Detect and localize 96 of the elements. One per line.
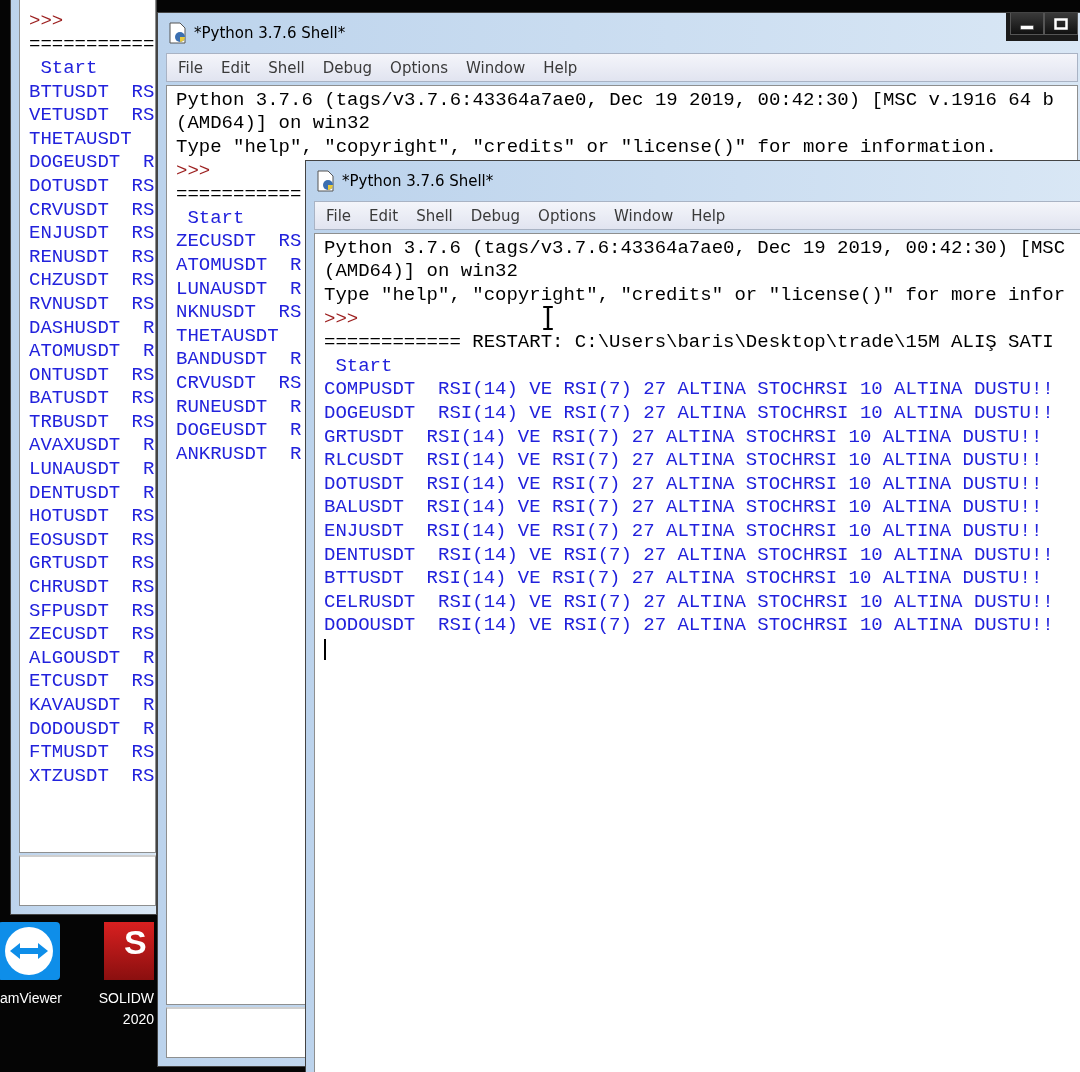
program-output: ANKRUSDT R <box>176 442 302 465</box>
menu-item[interactable]: File <box>169 58 213 77</box>
program-output: ENJUSDT RS <box>29 222 155 245</box>
menu-item[interactable]: Window <box>457 58 535 77</box>
menu-item[interactable]: Window <box>605 206 683 225</box>
program-output: BATUSDT RS <box>29 387 155 410</box>
double-arrow-icon[interactable] <box>0 922 60 980</box>
menu-item[interactable]: Debug <box>313 58 382 77</box>
menu-item[interactable]: Options <box>381 58 457 77</box>
window-title: *Python 3.7.6 Shell* <box>342 172 494 190</box>
menu-item[interactable]: Help <box>534 58 587 77</box>
program-output: DOGEUSDT RSI(14) VE RSI(7) 27 ALTINA STOCHRSI 10 ALTINA DUSTU!! <box>324 401 1054 424</box>
program-output: DENTUSDT R <box>29 481 155 504</box>
program-output: NKNUSDT RS <box>176 301 302 324</box>
program-output: FTMUSDT RS <box>29 741 155 764</box>
menu-item[interactable]: Edit <box>360 206 408 225</box>
program-output: RLCUSDT RSI(14) VE RSI(7) 27 ALTINA STOCHRSI 10 ALTINA DUSTU!! <box>324 449 1043 472</box>
menu-item[interactable]: Shell <box>259 58 314 77</box>
program-output: GRTUSDT RS <box>29 552 155 575</box>
program-output: ALGOUSDT R <box>29 646 155 669</box>
app-tile-icon[interactable]: S <box>104 922 154 980</box>
program-output: DOGEUSDT R <box>176 419 302 442</box>
prompt-symbol: >>> <box>29 9 64 32</box>
menu-item[interactable]: Edit <box>212 58 260 77</box>
program-output: Start <box>186 206 245 229</box>
program-output: ZECUSDT RS <box>29 623 155 646</box>
window-title: *Python 3.7.6 Shell* <box>194 24 346 42</box>
program-output: ETCUSDT RS <box>29 670 155 693</box>
text-caret <box>324 639 326 661</box>
program-output: CHZUSDT RS <box>29 269 155 292</box>
minimize-icon <box>1020 25 1034 30</box>
program-output: COMPUSDT RSI(14) VE RSI(7) 27 ALTINA STOCHRSI 10 ALTINA DUSTU!! <box>324 378 1054 401</box>
program-output: CELRUSDT RSI(14) VE RSI(7) 27 ALTINA STOCHRSI 10 ALTINA DUSTU!! <box>324 590 1054 613</box>
program-output: BANDUSDT R <box>176 348 302 371</box>
program-output: THETAUSDT <box>176 324 279 347</box>
program-output: DOTUSDT RS <box>29 174 155 197</box>
program-output: TRBUSDT RS <box>29 410 155 433</box>
program-output: DODOUSDT R <box>29 717 155 740</box>
program-output: LUNAUSDT R <box>29 458 155 481</box>
program-output: ZECUSDT RS <box>176 230 302 253</box>
program-output: RVNUSDT RS <box>29 292 155 315</box>
prompt-symbol: >>> <box>176 159 211 182</box>
python-file-icon <box>316 170 336 192</box>
program-output: DASHUSDT R <box>29 316 155 339</box>
program-output: ONTUSDT RS <box>29 363 155 386</box>
tile-logo-text: S <box>124 922 147 962</box>
program-output: DOTUSDT RSI(14) VE RSI(7) 27 ALTINA STOCHRSI 10 ALTINA DUSTU!! <box>324 472 1043 495</box>
shell-text: =========== <box>176 183 302 206</box>
shell-text: Type "help", "copyright", "credits" or "license()" for more infor <box>324 284 1066 306</box>
desktop-icon-label[interactable]: 2020 <box>122 1009 154 1030</box>
program-output: SFPUSDT RS <box>29 599 155 622</box>
program-output: DOGEUSDT R <box>29 151 155 174</box>
maximize-button[interactable] <box>1044 13 1078 35</box>
menu-item[interactable]: Shell <box>407 206 462 225</box>
shell-text: ============ RESTART: C:\Users\baris\Desktop\trade\15M ALIŞ SATI <box>324 331 1054 354</box>
program-output: CHRUSDT RS <box>29 576 155 599</box>
program-output: AVAXUSDT R <box>29 434 155 457</box>
program-output: Start <box>334 354 393 377</box>
shell-text: Python 3.7.6 (tags/v3.7.6:43364a7ae0, Dec 19 2019, 00:42:30) [MSC v.1916 64 b <box>176 88 1054 111</box>
minimize-button[interactable] <box>1010 13 1044 35</box>
shell-text: Type "help", "copyright", "credits" or "license()" for more information. <box>176 136 997 158</box>
desktop-icon-label[interactable]: amViewer <box>0 988 62 1009</box>
program-output: CRVUSDT RS <box>176 371 302 394</box>
program-output: RENUSDT RS <box>29 245 155 268</box>
program-output: GRTUSDT RSI(14) VE RSI(7) 27 ALTINA STOCHRSI 10 ALTINA DUSTU!! <box>324 425 1043 448</box>
program-output: BTTUSDT RS <box>29 80 155 103</box>
program-output: HOTUSDT RS <box>29 505 155 528</box>
python-file-icon <box>168 22 188 44</box>
program-output: DENTUSDT RSI(14) VE RSI(7) 27 ALTINA STOCHRSI 10 ALTINA DUSTU!! <box>324 543 1054 566</box>
program-output: ATOMUSDT R <box>29 340 155 363</box>
shell-text: =========== <box>29 33 155 56</box>
prompt-symbol: >>> <box>324 307 359 330</box>
program-output: RUNEUSDT R <box>176 395 302 418</box>
program-output: ENJUSDT RSI(14) VE RSI(7) 27 ALTINA STOCHRSI 10 ALTINA DUSTU!! <box>324 519 1043 542</box>
program-output: BALUSDT RSI(14) VE RSI(7) 27 ALTINA STOCHRSI 10 ALTINA DUSTU!! <box>324 496 1043 519</box>
program-output: ATOMUSDT R <box>176 253 302 276</box>
menu-item[interactable]: Debug <box>461 206 530 225</box>
shell-text: Python 3.7.6 (tags/v3.7.6:43364a7ae0, Dec 19 2019, 00:42:30) [MSC <box>324 236 1066 259</box>
program-output: EOSUSDT RS <box>29 528 155 551</box>
program-output: VETUSDT RS <box>29 104 155 127</box>
program-output: THETAUSDT <box>29 127 132 150</box>
menu-item[interactable]: Options <box>529 206 605 225</box>
program-output: KAVAUSDT R <box>29 694 155 716</box>
program-output: LUNAUSDT R <box>176 277 302 300</box>
program-output: DODOUSDT RSI(14) VE RSI(7) 27 ALTINA STOCHRSI 10 ALTINA DUSTU!! <box>324 614 1054 637</box>
program-output: BTTUSDT RSI(14) VE RSI(7) 27 ALTINA STOCHRSI 10 ALTINA DUSTU!! <box>324 567 1043 590</box>
menu-item[interactable]: File <box>317 206 361 225</box>
program-output: XTZUSDT RS <box>29 764 155 787</box>
menu-item[interactable]: Help <box>682 206 735 225</box>
program-output: CRVUSDT RS <box>29 198 155 221</box>
maximize-icon <box>1054 17 1068 30</box>
shell-text: (AMD64)] on win32 <box>324 260 518 283</box>
desktop-icon-label[interactable]: SOLIDW <box>98 988 154 1009</box>
shell-text: (AMD64)] on win32 <box>176 112 370 135</box>
program-output: Start <box>39 57 98 79</box>
text-cursor-icon <box>540 306 556 330</box>
